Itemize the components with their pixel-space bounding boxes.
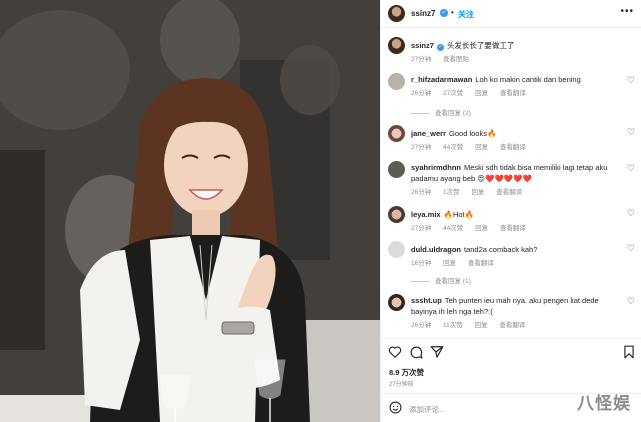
comment-time: 27分钟	[411, 144, 432, 151]
comment-likes[interactable]: 27次赞	[443, 90, 463, 97]
avatar[interactable]	[388, 5, 405, 22]
photo-illustration	[0, 0, 380, 422]
translate-link[interactable]: 查看翻译	[499, 322, 525, 329]
like-comment-heart-icon[interactable]: ♡	[627, 296, 635, 307]
translate-link[interactable]: 查看翻译	[500, 225, 526, 232]
comments-list[interactable]: ssinz7 ✓ 头发长长了要做工了 27分钟 查看图贴 r_hifzadarmaw…	[381, 29, 641, 339]
comment-username[interactable]: jane_werr	[411, 129, 446, 138]
reply-button[interactable]: 回复	[475, 225, 488, 232]
translate-link[interactable]: 查看翻译	[496, 189, 522, 196]
comment-time: 26分钟	[411, 322, 432, 329]
like-comment-heart-icon[interactable]: ♡	[627, 75, 635, 86]
avatar[interactable]	[388, 37, 405, 54]
comment-input[interactable]: 添加评论...	[409, 404, 445, 415]
comment-text: Loh ko makin cantik dan bening	[475, 75, 581, 84]
verified-badge-icon: ✓	[440, 9, 448, 17]
reply-button[interactable]: 回复	[475, 322, 488, 329]
comment-likes[interactable]: 44次赞	[443, 225, 463, 232]
separator-dot: •	[451, 8, 454, 17]
post-header: ssinz7 ✓ • 关注 •••	[381, 0, 641, 28]
view-replies-label[interactable]: 查看回复 (2)	[435, 110, 471, 117]
avatar[interactable]	[388, 161, 405, 178]
verified-badge-icon: ✓	[436, 44, 444, 51]
avatar[interactable]	[388, 206, 405, 223]
translate-link[interactable]: 查看翻译	[500, 90, 526, 97]
caption-translate-link[interactable]: 查看图贴	[443, 56, 469, 63]
caption-username[interactable]: ssinz7	[411, 41, 434, 50]
translate-link[interactable]: 查看翻译	[500, 144, 526, 151]
more-options-icon[interactable]: •••	[620, 6, 634, 17]
view-replies-button[interactable]: 查看回复 (2)	[411, 107, 471, 117]
reply-button[interactable]: 回复	[471, 189, 484, 196]
share-send-icon[interactable]	[430, 345, 444, 359]
post-timestamp: 27分钟前	[389, 382, 414, 388]
comment-username[interactable]: leya.mix	[411, 210, 441, 219]
comment-time: 27分钟	[411, 225, 432, 232]
comment-username[interactable]: syahrirmdhnn	[411, 163, 461, 172]
comment-likes[interactable]: 1次赞	[443, 189, 460, 196]
avatar-placeholder-icon[interactable]	[388, 241, 405, 258]
view-replies-button[interactable]: 查看回复 (1)	[411, 275, 471, 285]
comment-username[interactable]: r_hifzadarmawan	[411, 75, 472, 84]
comment-bubble-icon[interactable]	[409, 345, 423, 359]
comment-time: 26分钟	[411, 90, 432, 97]
follow-button[interactable]: 关注	[458, 9, 474, 20]
post-username[interactable]: ssinz7	[411, 9, 435, 18]
like-heart-icon[interactable]	[388, 345, 402, 359]
comment-text: 🔥Hot🔥	[443, 210, 474, 219]
translate-link[interactable]: 查看翻译	[468, 260, 494, 267]
reply-button[interactable]: 回复	[443, 260, 456, 267]
comment-likes[interactable]: 11次赞	[443, 322, 463, 329]
emoji-icon[interactable]	[389, 401, 402, 414]
avatar[interactable]	[388, 125, 405, 142]
caption-time: 27分钟	[411, 56, 432, 63]
avatar[interactable]	[388, 294, 405, 311]
replies-line	[411, 280, 429, 282]
comment-text: Good looks🔥	[449, 129, 497, 138]
watermark: 八怪娱	[577, 394, 631, 413]
caption-text: 头发长长了要做工了	[446, 41, 515, 50]
reply-button[interactable]: 回复	[475, 144, 488, 151]
like-comment-heart-icon[interactable]: ♡	[627, 127, 635, 138]
comment-time: 26分钟	[411, 189, 432, 196]
replies-line	[411, 112, 429, 114]
avatar[interactable]	[388, 73, 405, 90]
save-bookmark-icon[interactable]	[622, 345, 636, 359]
post-actions: 8.9 万次赞 27分钟前	[381, 338, 641, 388]
comment-username[interactable]: sssht.up	[411, 296, 442, 305]
reply-button[interactable]: 回复	[475, 90, 488, 97]
view-replies-label[interactable]: 查看回复 (1)	[435, 278, 471, 285]
comment-text: tand2a comback kah?	[464, 245, 538, 254]
like-comment-heart-icon[interactable]: ♡	[627, 243, 635, 254]
like-comment-heart-icon[interactable]: ♡	[627, 208, 635, 219]
post-photo[interactable]	[0, 0, 380, 422]
post-side-panel: ssinz7 ✓ • 关注 ••• ssinz7 ✓ 头发长长了要做工了 27分钟 …	[380, 0, 641, 422]
comment-username[interactable]: duld.uldragon	[411, 245, 461, 254]
likes-count[interactable]: 8.9 万次赞	[389, 367, 424, 378]
like-comment-heart-icon[interactable]: ♡	[627, 163, 635, 174]
comment-time: 16分钟	[411, 260, 432, 267]
comment-likes[interactable]: 44次赞	[443, 144, 463, 151]
